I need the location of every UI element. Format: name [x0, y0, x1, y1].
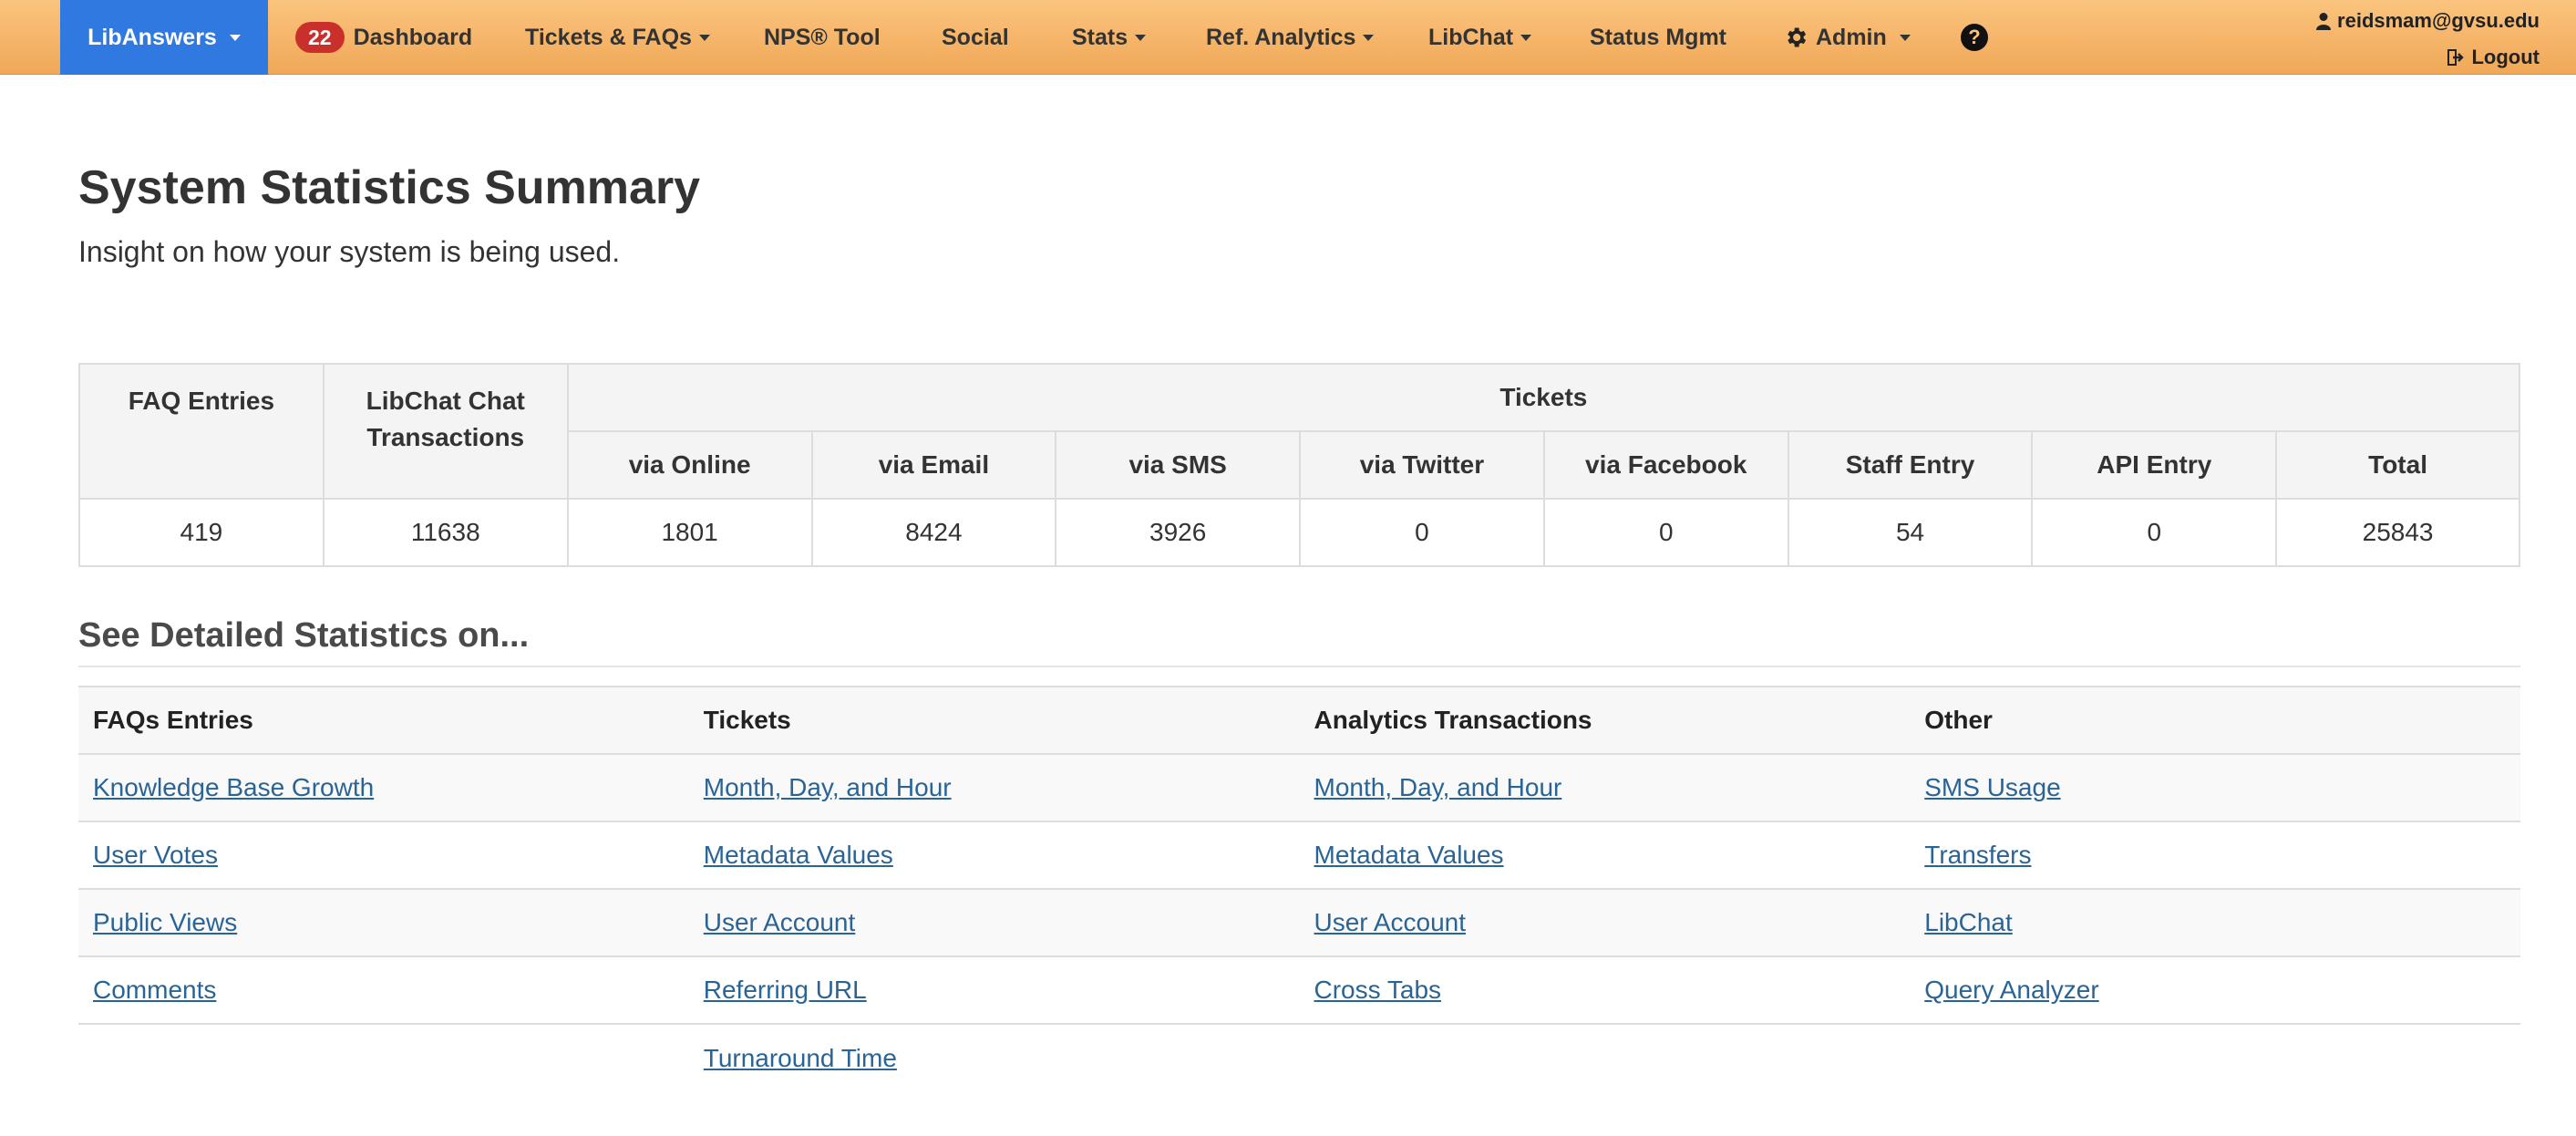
dashboard-count-badge: 22: [295, 22, 345, 53]
nav-nps-tool[interactable]: NPS® Tool: [764, 0, 881, 75]
nav-admin[interactable]: Admin: [1783, 0, 1911, 75]
column-header-other: Other: [1910, 686, 2520, 754]
header-staff-entry: Staff Entry: [1787, 430, 2034, 500]
link-analytics-month-day-hour[interactable]: Month, Day, and Hour: [1314, 773, 1562, 801]
value-staff-entry: 54: [1787, 498, 2034, 567]
logout-label: Logout: [2471, 46, 2540, 68]
brand-label: LibAnswers: [88, 24, 217, 50]
page-subtitle: Insight on how your system is being used…: [78, 235, 621, 268]
link-cross-tabs[interactable]: Cross Tabs: [1314, 976, 1442, 1004]
link-transfers[interactable]: Transfers: [1924, 841, 2031, 869]
detailed-stats-heading: See Detailed Statistics on...: [78, 616, 530, 655]
nav-stats-label: Stats: [1072, 24, 1128, 50]
divider: [78, 666, 2520, 667]
value-via-facebook: 0: [1542, 498, 1789, 567]
value-total: 25843: [2275, 498, 2520, 567]
value-via-sms: 3926: [1055, 498, 1302, 567]
help-button[interactable]: ?: [1961, 0, 1988, 75]
table-row: Knowledge Base Growth Month, Day, and Ho…: [78, 753, 2520, 821]
brand-menu[interactable]: LibAnswers: [60, 0, 268, 75]
detailed-stats-table: FAQs Entries Tickets Analytics Transacti…: [78, 686, 2520, 1091]
link-analytics-metadata-values[interactable]: Metadata Values: [1314, 841, 1504, 869]
table-row: Public Views User Account User Account L…: [78, 888, 2520, 956]
empty-cell: [1910, 1023, 2520, 1091]
nav-status-mgmt[interactable]: Status Mgmt: [1590, 0, 1726, 75]
link-tickets-user-account[interactable]: User Account: [704, 908, 856, 936]
chevron-down-icon: [1363, 34, 1375, 41]
chevron-down-icon: [1520, 34, 1532, 41]
value-libchat-transactions: 11638: [322, 498, 569, 567]
nav-dashboard-label: Dashboard: [353, 24, 473, 50]
help-icon: ?: [1961, 24, 1988, 51]
nav-status-mgmt-label: Status Mgmt: [1590, 24, 1726, 50]
gear-icon: [1788, 27, 1807, 47]
empty-cell: [78, 1023, 689, 1091]
header-total: Total: [2275, 430, 2520, 500]
user-icon: [2316, 13, 2332, 30]
header-via-facebook: via Facebook: [1542, 430, 1789, 500]
header-faq-entries: FAQ Entries: [78, 363, 325, 500]
top-navbar: LibAnswers 22 Dashboard Tickets & FAQs N…: [0, 0, 2576, 75]
link-knowledge-base-growth[interactable]: Knowledge Base Growth: [93, 773, 374, 801]
nav-libchat-label: LibChat: [1428, 24, 1514, 50]
nav-tickets-faqs-label: Tickets & FAQs: [525, 24, 692, 50]
user-menu: reidsmam@gvsu.edu Logout: [2315, 5, 2540, 73]
link-sms-usage[interactable]: SMS Usage: [1924, 773, 2060, 801]
chevron-down-icon: [229, 34, 241, 41]
chevron-down-icon: [1899, 34, 1911, 41]
link-query-analyzer[interactable]: Query Analyzer: [1924, 976, 2098, 1004]
nav-tickets-faqs[interactable]: Tickets & FAQs: [525, 0, 710, 75]
nav-dashboard[interactable]: 22 Dashboard: [295, 0, 472, 75]
table-row: Turnaround Time: [78, 1023, 2520, 1091]
table-row: Comments Referring URL Cross Tabs Query …: [78, 955, 2520, 1025]
column-header-analytics-transactions: Analytics Transactions: [1299, 686, 1911, 754]
column-header-tickets: Tickets: [688, 686, 1300, 754]
chevron-down-icon: [1135, 34, 1147, 41]
link-public-views[interactable]: Public Views: [93, 908, 237, 936]
link-referring-url[interactable]: Referring URL: [704, 976, 867, 1004]
nav-social-label: Social: [942, 24, 1009, 50]
header-via-online: via Online: [566, 430, 813, 500]
header-tickets: Tickets: [566, 363, 2521, 432]
header-via-twitter: via Twitter: [1299, 430, 1545, 500]
logout-link[interactable]: Logout: [2315, 42, 2540, 73]
header-libchat-transactions: LibChat Chat Transactions: [322, 363, 569, 500]
table-row: User Votes Metadata Values Metadata Valu…: [78, 821, 2520, 889]
user-email: reidsmam@gvsu.edu: [2337, 9, 2540, 32]
column-header-faqs-entries: FAQs Entries: [78, 686, 689, 754]
value-via-email: 8424: [810, 498, 1057, 567]
link-tickets-month-day-hour[interactable]: Month, Day, and Hour: [704, 773, 952, 801]
link-user-votes[interactable]: User Votes: [93, 841, 218, 869]
link-turnaround-time[interactable]: Turnaround Time: [704, 1044, 897, 1072]
nav-ref-analytics-label: Ref. Analytics: [1206, 24, 1356, 50]
header-via-sms: via SMS: [1055, 430, 1302, 500]
empty-cell: [1299, 1023, 1911, 1091]
sign-out-icon: [2447, 49, 2465, 66]
link-comments[interactable]: Comments: [93, 976, 216, 1004]
nav-ref-analytics[interactable]: Ref. Analytics: [1206, 0, 1375, 75]
chevron-down-icon: [698, 34, 710, 41]
header-api-entry: API Entry: [2031, 430, 2278, 500]
value-api-entry: 0: [2031, 498, 2278, 567]
user-account-link[interactable]: reidsmam@gvsu.edu: [2315, 5, 2540, 36]
summary-statistics-table: FAQ Entries LibChat Chat Transactions Ti…: [78, 363, 2521, 567]
link-analytics-user-account[interactable]: User Account: [1314, 908, 1467, 936]
value-via-online: 1801: [566, 498, 813, 567]
value-faq-entries: 419: [78, 498, 325, 567]
nav-social[interactable]: Social: [942, 0, 1009, 75]
value-via-twitter: 0: [1299, 498, 1545, 567]
nav-admin-label: Admin: [1816, 24, 1887, 50]
link-libchat[interactable]: LibChat: [1924, 908, 2013, 936]
link-tickets-metadata-values[interactable]: Metadata Values: [704, 841, 893, 869]
nav-nps-label: NPS® Tool: [764, 24, 881, 50]
nav-stats[interactable]: Stats: [1072, 0, 1147, 75]
page-title: System Statistics Summary: [78, 161, 701, 214]
header-via-email: via Email: [810, 430, 1057, 500]
nav-libchat[interactable]: LibChat: [1428, 0, 1532, 75]
